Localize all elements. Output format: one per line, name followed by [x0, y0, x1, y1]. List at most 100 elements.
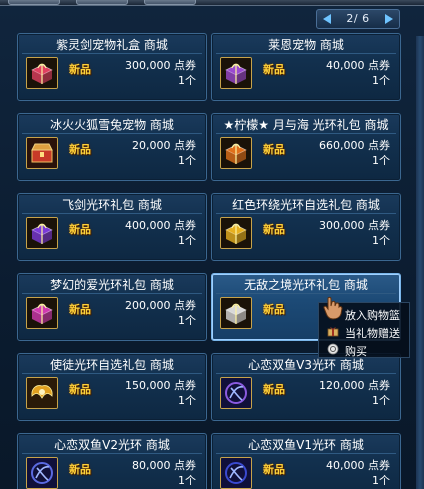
item-price: 40,000 点券	[326, 59, 390, 72]
item-title: 紫灵剑宠物礼盒 商城	[56, 38, 168, 52]
item-card[interactable]: 梦幻的爱光环礼包 商城 新品 200,000 点券 1个	[17, 273, 207, 341]
item-quantity: 1个	[372, 394, 390, 407]
item-icon-frame[interactable]	[220, 297, 252, 329]
item-card[interactable]: 莱恩宠物 商城 新品 40,000 点券 1个	[211, 33, 401, 101]
item-title: 梦幻的爱光环礼包 商城	[50, 278, 174, 292]
item-icon-frame[interactable]	[26, 57, 58, 89]
prev-page-arrow-icon[interactable]	[321, 12, 335, 26]
tab-2[interactable]	[76, 0, 128, 5]
item-quantity: 1个	[372, 154, 390, 167]
item-icon-frame[interactable]	[220, 57, 252, 89]
golden-wings-icon	[27, 378, 57, 408]
item-price: 200,000 点券	[125, 299, 196, 312]
card-divider	[22, 453, 202, 454]
new-badge: 新品	[69, 143, 91, 156]
item-title: 心恋双鱼V3光环 商城	[248, 358, 364, 372]
card-divider	[22, 133, 202, 134]
item-title: 莱恩宠物 商城	[268, 38, 344, 52]
orange-gift-box-icon	[221, 138, 251, 168]
item-icon-frame[interactable]	[220, 457, 252, 489]
item-title: 红色环绕光环自选礼包 商城	[232, 198, 380, 212]
item-title: 心恋双鱼V1光环 商城	[248, 438, 364, 452]
menu-label-add-to-cart: 放入购物篮	[345, 309, 400, 322]
menu-item-buy[interactable]: 购买	[319, 341, 411, 358]
card-divider	[216, 133, 396, 134]
hand-cursor-icon	[323, 296, 343, 320]
item-icon-frame[interactable]	[26, 457, 58, 489]
item-price: 300,000 点券	[319, 219, 390, 232]
item-quantity: 1个	[178, 394, 196, 407]
new-badge: 新品	[69, 463, 91, 476]
card-divider	[216, 293, 396, 294]
item-title: ★柠檬★ 月与海 光环礼包 商城	[223, 118, 389, 132]
item-quantity: 1个	[372, 474, 390, 487]
violet-gift-box-icon	[27, 218, 57, 248]
purple-gift-box-icon	[221, 58, 251, 88]
card-divider	[216, 213, 396, 214]
item-card[interactable]: 冰火火狐雪兔宠物 商城 新品 20,000 点券 1个	[17, 113, 207, 181]
item-quantity: 1个	[372, 234, 390, 247]
tab-1[interactable]	[8, 0, 60, 5]
item-card[interactable]: 心恋双鱼V2光环 商城 新品 80,000 点券 1个	[17, 433, 207, 489]
item-price: 80,000 点券	[132, 459, 196, 472]
new-badge: 新品	[263, 303, 285, 316]
item-price: 660,000 点券	[319, 139, 390, 152]
pager: 2/ 6	[316, 9, 400, 29]
card-divider	[216, 53, 396, 54]
item-price: 40,000 点券	[326, 459, 390, 472]
item-card[interactable]: 红色环绕光环自选礼包 商城 新品 300,000 点券 1个	[211, 193, 401, 261]
item-icon-frame[interactable]	[26, 217, 58, 249]
item-card[interactable]: 使徒光环自选礼包 商城 新品 150,000 点券 1个	[17, 353, 207, 421]
item-card[interactable]: 飞剑光环礼包 商城 新品 400,000 点券 1个	[17, 193, 207, 261]
page-indicator: 2/ 6	[346, 12, 370, 25]
gold-gift-box-icon	[221, 218, 251, 248]
item-title: 冰火火狐雪兔宠物 商城	[50, 118, 174, 132]
blue-fish-aura-icon	[27, 458, 57, 488]
item-quantity: 1个	[178, 74, 196, 87]
card-divider	[22, 53, 202, 54]
card-divider	[216, 453, 396, 454]
coin-icon	[327, 343, 339, 355]
white-gift-box-icon	[221, 298, 251, 328]
item-quantity: 1个	[178, 314, 196, 327]
item-title: 无敌之境光环礼包 商城	[244, 278, 368, 292]
tab-3[interactable]	[144, 0, 196, 5]
next-page-arrow-icon[interactable]	[381, 12, 395, 26]
item-quantity: 1个	[178, 154, 196, 167]
item-price: 150,000 点券	[125, 379, 196, 392]
item-quantity: 1个	[178, 234, 196, 247]
item-icon-frame[interactable]	[220, 137, 252, 169]
item-title: 飞剑光环礼包 商城	[62, 198, 162, 212]
item-icon-frame[interactable]	[220, 377, 252, 409]
new-badge: 新品	[69, 63, 91, 76]
item-card[interactable]: 心恋双鱼V3光环 商城 新品 120,000 点券 1个	[211, 353, 401, 421]
item-price: 120,000 点券	[319, 379, 390, 392]
item-card[interactable]: ★柠檬★ 月与海 光环礼包 商城 新品 660,000 点券 1个	[211, 113, 401, 181]
navy-fish-aura-icon	[221, 458, 251, 488]
scrollbar[interactable]	[416, 36, 424, 489]
card-divider	[22, 373, 202, 374]
new-badge: 新品	[263, 383, 285, 396]
item-quantity: 1个	[372, 74, 390, 87]
new-badge: 新品	[263, 143, 285, 156]
menu-item-send-gift[interactable]: 当礼物赠送	[319, 323, 411, 340]
item-title: 心恋双鱼V2光环 商城	[54, 438, 170, 452]
new-badge: 新品	[69, 303, 91, 316]
item-icon-frame[interactable]	[26, 297, 58, 329]
menu-label-send-gift: 当礼物赠送	[345, 327, 400, 340]
new-badge: 新品	[263, 63, 285, 76]
item-title: 使徒光环自选礼包 商城	[50, 358, 174, 372]
item-icon-frame[interactable]	[220, 217, 252, 249]
new-badge: 新品	[263, 463, 285, 476]
pink-gift-box-icon	[27, 58, 57, 88]
red-treasure-chest-icon	[27, 138, 57, 168]
item-card[interactable]: 紫灵剑宠物礼盒 商城 新品 300,000 点券 1个	[17, 33, 207, 101]
item-card[interactable]: 心恋双鱼V1光环 商城 新品 40,000 点券 1个	[211, 433, 401, 489]
card-divider	[22, 213, 202, 214]
menu-label-buy: 购买	[345, 345, 367, 358]
item-icon-frame[interactable]	[26, 137, 58, 169]
item-price: 20,000 点券	[132, 139, 196, 152]
purple-fish-aura-icon	[221, 378, 251, 408]
item-price: 300,000 点券	[125, 59, 196, 72]
item-icon-frame[interactable]	[26, 377, 58, 409]
